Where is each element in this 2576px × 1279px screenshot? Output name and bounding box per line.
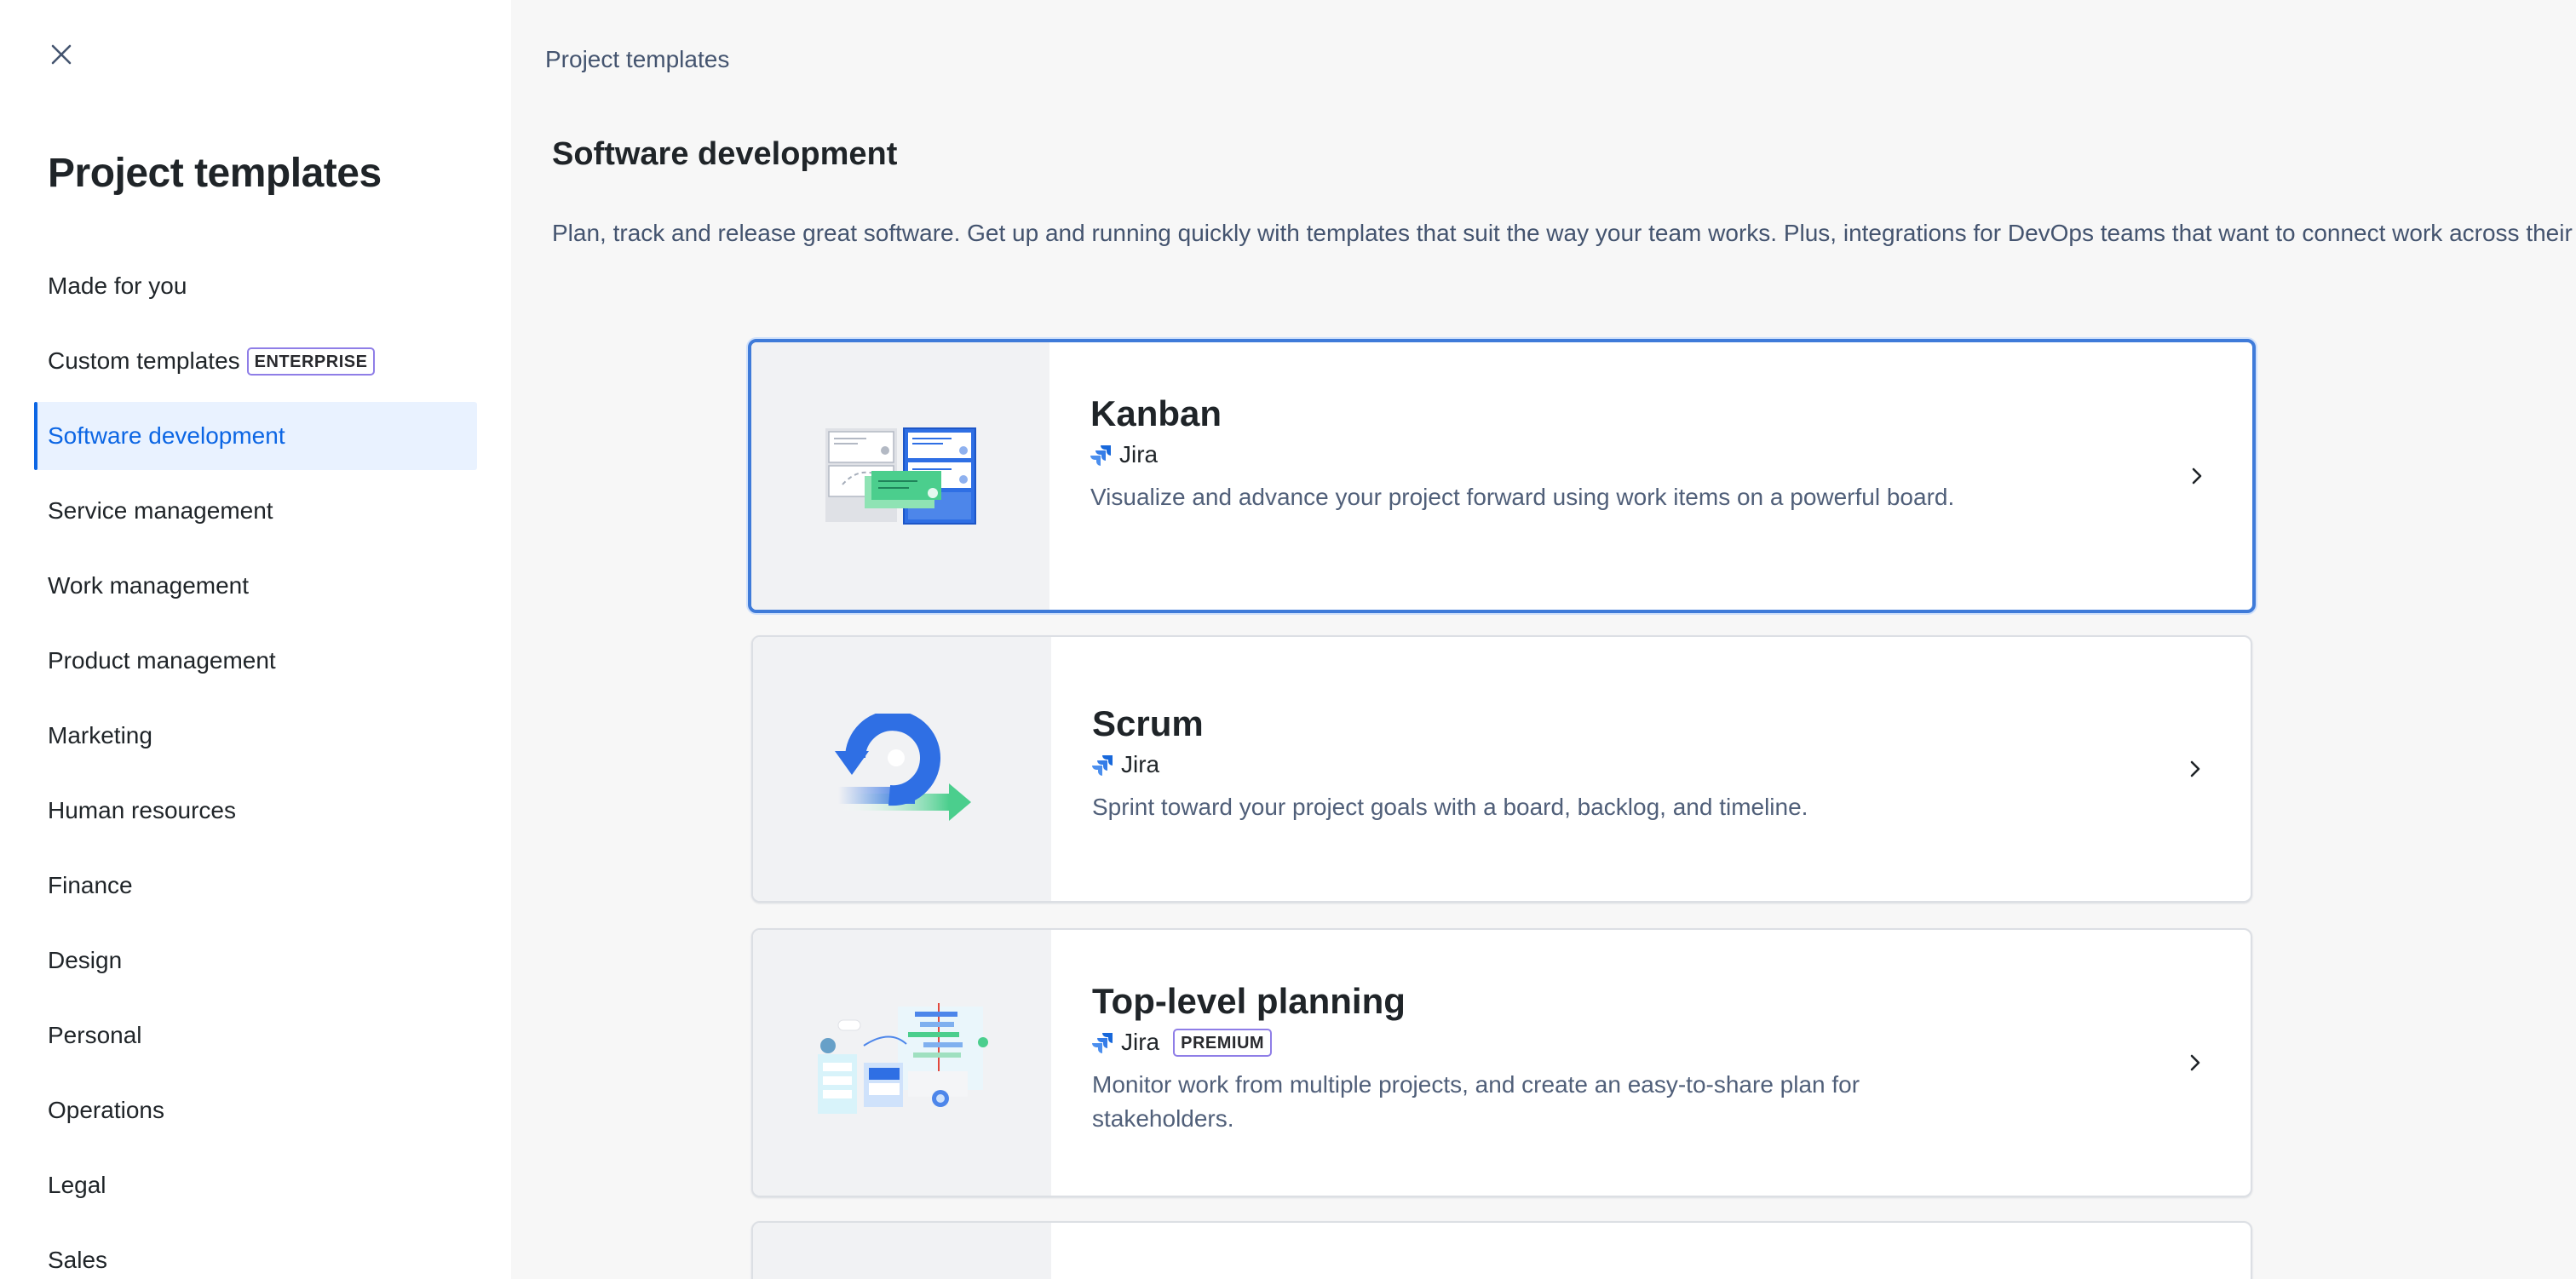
main-content: Project templates Software development P… xyxy=(511,0,2576,1279)
template-card-body xyxy=(1051,1223,2251,1279)
sidebar-item-label: Service management xyxy=(48,497,273,524)
sidebar-item-software-development[interactable]: Software development xyxy=(34,402,477,470)
sidebar-item-label: Human resources xyxy=(48,797,236,823)
product-name: Jira xyxy=(1119,441,1159,467)
sidebar-item-label: Design xyxy=(48,947,123,973)
template-description: Sprint toward your project goals with a … xyxy=(1092,794,1808,820)
scrum-cycle-icon xyxy=(835,714,971,821)
sidebar-item-design[interactable]: Design xyxy=(34,926,477,995)
template-product: Jira xyxy=(1092,749,2210,780)
category-nav: Made for you Custom templates ENTERPRISE… xyxy=(34,252,477,1279)
project-templates-app: Project templates Made for you Custom te… xyxy=(0,0,2576,1279)
sidebar: Project templates Made for you Custom te… xyxy=(0,0,511,1279)
planning-timeline-icon xyxy=(818,1003,988,1114)
jira-icon xyxy=(1092,1033,1113,1053)
next-card-illustration xyxy=(753,1223,1051,1279)
template-product: Jira xyxy=(1090,439,2211,470)
sidebar-item-label: Product management xyxy=(48,647,276,674)
template-card-next[interactable] xyxy=(751,1221,2252,1279)
sidebar-title: Project templates xyxy=(48,151,382,196)
sidebar-item-label: Custom templates xyxy=(48,347,240,374)
template-card-body: Scrum Jira Sprint toward your project go… xyxy=(1051,637,2251,901)
template-card-kanban[interactable]: Kanban Jira Visualize and advance your p… xyxy=(748,339,2256,613)
template-product: Jira PREMIUM xyxy=(1092,1027,2210,1058)
template-title: Scrum xyxy=(1092,703,1204,743)
section-title: Software development xyxy=(552,136,898,172)
sidebar-item-human-resources[interactable]: Human resources xyxy=(34,777,477,845)
enterprise-badge: ENTERPRISE xyxy=(246,347,376,376)
template-card-body: Top-level planning Jira PREMIUM Monitor … xyxy=(1051,930,2251,1196)
breadcrumb: Project templates xyxy=(545,46,730,72)
close-icon xyxy=(51,44,72,65)
scrum-illustration xyxy=(753,637,1051,901)
sidebar-item-marketing[interactable]: Marketing xyxy=(34,702,477,770)
product-name: Jira xyxy=(1121,1029,1160,1055)
sidebar-item-label: Operations xyxy=(48,1097,164,1123)
premium-badge: PREMIUM xyxy=(1173,1028,1273,1057)
template-description: Visualize and advance your project forwa… xyxy=(1090,484,1955,510)
kanban-board-icon xyxy=(825,427,976,525)
template-title: Kanban xyxy=(1090,393,1222,433)
sidebar-item-service-management[interactable]: Service management xyxy=(34,477,477,545)
jira-icon xyxy=(1092,755,1113,776)
sidebar-item-personal[interactable]: Personal xyxy=(34,1001,477,1070)
sidebar-item-label: Personal xyxy=(48,1022,142,1048)
chevron-right-icon xyxy=(2190,760,2200,777)
kanban-illustration xyxy=(751,342,1049,610)
sidebar-item-label: Software development xyxy=(48,422,285,449)
sidebar-item-label: Legal xyxy=(48,1172,106,1198)
template-card-top-level-planning[interactable]: Top-level planning Jira PREMIUM Monitor … xyxy=(751,928,2252,1197)
sidebar-item-label: Made for you xyxy=(48,272,187,299)
section-description: Plan, track and release great software. … xyxy=(552,220,2576,246)
close-button[interactable] xyxy=(44,37,78,72)
sidebar-item-legal[interactable]: Legal xyxy=(34,1151,477,1219)
sidebar-item-operations[interactable]: Operations xyxy=(34,1076,477,1144)
template-card-body: Kanban Jira Visualize and advance your p… xyxy=(1049,342,2252,610)
sidebar-item-finance[interactable]: Finance xyxy=(34,852,477,920)
chevron-right-icon xyxy=(2190,1054,2200,1071)
jira-icon xyxy=(1090,445,1111,466)
sidebar-item-product-management[interactable]: Product management xyxy=(34,627,477,695)
sidebar-item-label: Sales xyxy=(48,1247,108,1273)
chevron-right-icon xyxy=(2192,467,2202,485)
sidebar-item-sales[interactable]: Sales xyxy=(34,1226,477,1279)
sidebar-item-label: Marketing xyxy=(48,722,152,748)
product-name: Jira xyxy=(1121,751,1160,777)
planning-illustration xyxy=(753,930,1051,1196)
template-title: Top-level planning xyxy=(1092,981,1406,1021)
sidebar-item-custom-templates[interactable]: Custom templates ENTERPRISE xyxy=(34,327,477,395)
sidebar-item-label: Work management xyxy=(48,572,250,599)
template-description: Monitor work from multiple projects, and… xyxy=(1092,1071,1860,1132)
sidebar-item-work-management[interactable]: Work management xyxy=(34,552,477,620)
sidebar-item-made-for-you[interactable]: Made for you xyxy=(34,252,477,320)
template-card-scrum[interactable]: Scrum Jira Sprint toward your project go… xyxy=(751,635,2252,903)
sidebar-item-label: Finance xyxy=(48,872,133,898)
